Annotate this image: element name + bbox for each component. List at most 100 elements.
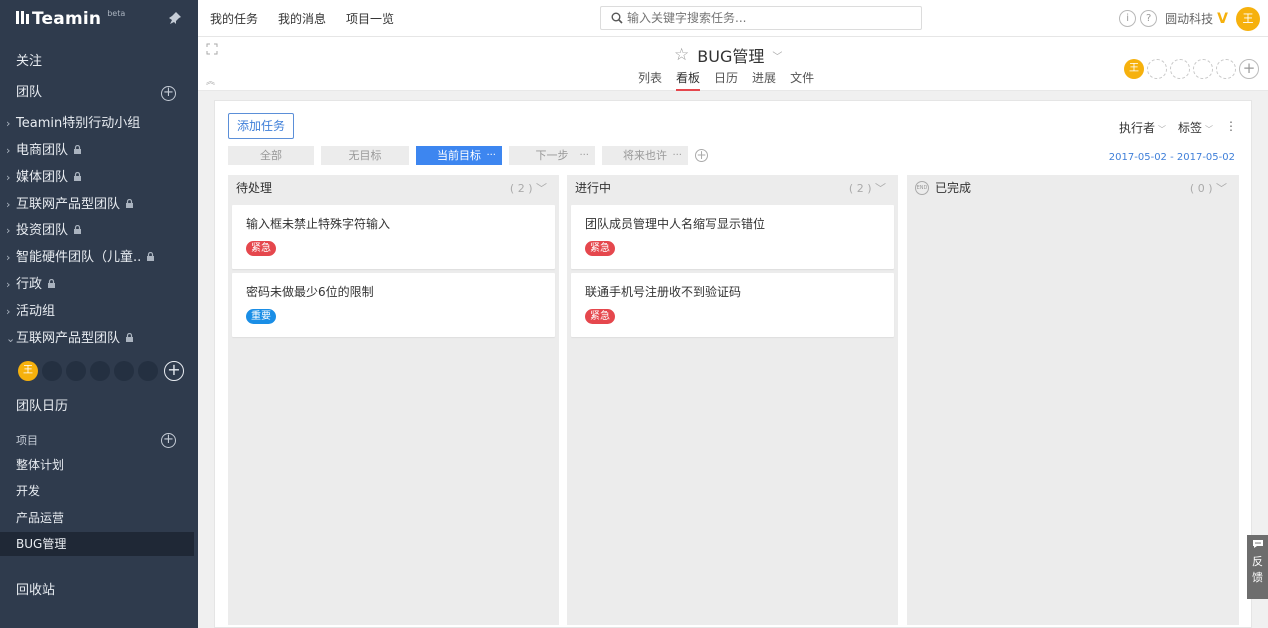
sidebar-team-item[interactable]: › 行政 <box>0 273 198 297</box>
topbar: 我的任务 我的消息 项目一览 i ? 圆动科技 V 王 <box>198 0 1268 37</box>
task-card[interactable]: 联通手机号注册收不到验证码 紧急 <box>571 273 894 337</box>
add-task-button[interactable]: 添加任务 <box>228 113 294 139</box>
column-count[interactable]: ( 0 ) ﹀ <box>1190 175 1227 202</box>
column-count[interactable]: ( 2 ) ﹀ <box>510 175 547 202</box>
member-avatar[interactable] <box>66 361 86 381</box>
milestone-label: 无目标 <box>348 149 382 162</box>
more-icon[interactable]: ··· <box>486 146 496 165</box>
lock-icon <box>126 333 134 342</box>
sidebar-team-label: 电商团队 <box>16 143 69 158</box>
project-member-slot[interactable] <box>1170 59 1190 79</box>
help-icon[interactable]: ? <box>1140 10 1158 27</box>
task-title: 输入框未禁止特殊字符输入 <box>246 217 391 231</box>
assignee-filter[interactable]: 执行者 ﹀ <box>1119 119 1166 136</box>
milestone-filter[interactable]: 全部 <box>228 146 314 165</box>
column-count[interactable]: ( 2 ) ﹀ <box>849 175 886 202</box>
project-member-slot[interactable] <box>1216 59 1236 79</box>
logo-bars-icon <box>16 11 29 24</box>
add-project-member-button[interactable]: + <box>1239 59 1259 79</box>
priority-tag: 重要 <box>246 309 276 324</box>
sidebar-follow[interactable]: 关注 <box>0 50 198 74</box>
member-avatar[interactable]: 王 <box>18 361 38 381</box>
member-avatar[interactable] <box>138 361 158 381</box>
column-header[interactable]: 进行中 ( 2 ) ﹀ <box>567 175 898 202</box>
search-box[interactable] <box>600 6 922 30</box>
app-logo[interactable]: Teamin <box>16 9 101 29</box>
info-icon[interactable]: i <box>1119 10 1137 27</box>
project-member-avatar[interactable]: 王 <box>1124 59 1144 79</box>
nav-my-tasks[interactable]: 我的任务 <box>210 10 258 27</box>
tab-kanban[interactable]: 看板 <box>676 69 701 91</box>
sidebar-team-item[interactable]: › Teamin特别行动小组 <box>0 112 198 136</box>
milestone-filter[interactable]: 当前目标 ··· <box>416 146 502 165</box>
sidebar-team-item[interactable]: › 电商团队 <box>0 139 198 163</box>
milestone-filter[interactable]: 下一步 ··· <box>509 146 595 165</box>
priority-tag: 紧急 <box>246 241 276 256</box>
assignee-filter-label: 执行者 <box>1118 121 1155 135</box>
sidebar-team-item[interactable]: › 智能硬件团队（儿童.. <box>0 246 198 270</box>
search-input[interactable] <box>627 11 907 25</box>
column-header[interactable]: 待处理 ( 2 ) ﹀ <box>228 175 559 202</box>
column-header[interactable]: END 已完成 ( 0 ) ﹀ <box>907 175 1239 202</box>
chevron-down-icon: ﹀ <box>1157 125 1166 134</box>
pin-icon[interactable] <box>168 11 182 25</box>
task-card[interactable]: 输入框未禁止特殊字符输入 紧急 <box>232 205 555 269</box>
more-icon[interactable]: ··· <box>672 146 682 165</box>
sidebar-recycle[interactable]: 回收站 <box>0 579 198 603</box>
milestone-filter[interactable]: 无目标 <box>321 146 409 165</box>
chevron-down-icon[interactable]: ﹀ <box>772 48 782 63</box>
member-avatar[interactable] <box>90 361 110 381</box>
sidebar-project-item[interactable]: 开发 <box>0 479 198 503</box>
sidebar-team-item[interactable]: › 投资团队 <box>0 219 198 243</box>
tab-list[interactable]: 列表 <box>638 69 662 91</box>
project-title: BUG管理 <box>697 47 765 66</box>
task-card[interactable]: 密码未做最少6位的限制 重要 <box>232 273 555 337</box>
kanban-column: 待处理 ( 2 ) ﹀ 输入框未禁止特殊字符输入 紧急 密码未做最少6位的限制 重要 <box>228 175 559 625</box>
tab-calendar[interactable]: 日历 <box>714 69 738 91</box>
label-filter[interactable]: 标签 ﹀ <box>1178 119 1213 136</box>
tab-files[interactable]: 文件 <box>790 69 814 91</box>
more-icon[interactable]: ··· <box>579 146 589 165</box>
nav-my-messages[interactable]: 我的消息 <box>278 10 326 27</box>
sidebar: Teamin beta 关注 团队 + › Teamin特别行动小组 › 电商团队 › 媒… <box>0 0 198 628</box>
project-member-slot[interactable] <box>1193 59 1213 79</box>
star-icon[interactable]: ☆ <box>674 45 689 65</box>
member-avatar[interactable] <box>114 361 134 381</box>
feedback-button[interactable]: 反 馈 <box>1247 535 1268 599</box>
sidebar-team-calendar[interactable]: 团队日历 <box>0 395 198 419</box>
priority-tag: 紧急 <box>585 309 615 324</box>
column-count-value: ( 0 ) <box>1189 182 1213 195</box>
kanban-board: 添加任务 执行者 ﹀ 标签 ﹀ ⋮ 全部 无目标 当前目标 ··· 下一步 ··· 将来也许 ··… <box>214 100 1252 628</box>
sidebar-project-item[interactable]: 产品运营 <box>0 506 198 530</box>
add-milestone-button[interactable]: + <box>695 149 708 162</box>
tab-progress[interactable]: 进展 <box>752 69 776 91</box>
top-right: i ? 圆动科技 V 王 <box>1119 6 1260 31</box>
sidebar-project-item[interactable]: BUG管理 <box>0 532 194 556</box>
feedback-label-2: 馈 <box>1252 571 1263 584</box>
user-avatar[interactable]: 王 <box>1236 6 1260 31</box>
company-name[interactable]: 圆动科技 <box>1165 10 1213 27</box>
project-member-slot[interactable] <box>1147 59 1167 79</box>
sidebar-team-item[interactable]: › 活动组 <box>0 300 198 324</box>
add-team-button[interactable]: + <box>161 86 176 101</box>
kanban-column: END 已完成 ( 0 ) ﹀ <box>907 175 1239 625</box>
member-avatar[interactable] <box>42 361 62 381</box>
add-project-button[interactable]: + <box>161 433 176 448</box>
add-member-button[interactable]: + <box>164 361 184 381</box>
sidebar-team-label: 投资团队 <box>16 223 69 238</box>
kanban-column: 进行中( 2 ) ﹀ 团队成员管理中人名缩写显示错位 紧急 联通手机号注册收不到验证码… <box>567 175 898 625</box>
collapse-icon[interactable]: ︽ <box>206 74 215 87</box>
expand-icon[interactable] <box>206 43 218 55</box>
sidebar-team-item[interactable]: ⌄互联网产品型团队 <box>0 327 198 351</box>
sidebar-team-item[interactable]: › 媒体团队 <box>0 166 198 190</box>
sidebar-team-item[interactable]: › 互联网产品型团队 <box>0 193 198 217</box>
nav-projects[interactable]: 项目一览 <box>346 10 394 27</box>
milestone-filter[interactable]: 将来也许 ··· <box>602 146 688 165</box>
chevron-icon: › <box>6 117 11 130</box>
chevron-icon: › <box>6 144 11 157</box>
task-card[interactable]: 团队成员管理中人名缩写显示错位 紧急 <box>571 205 894 269</box>
lock-icon <box>126 199 134 208</box>
sidebar-project-item[interactable]: 整体计划 <box>0 453 198 477</box>
more-menu-icon[interactable]: ⋮ <box>1225 119 1237 136</box>
date-range[interactable]: 2017-05-02 - 2017-05-02 <box>1109 152 1235 163</box>
